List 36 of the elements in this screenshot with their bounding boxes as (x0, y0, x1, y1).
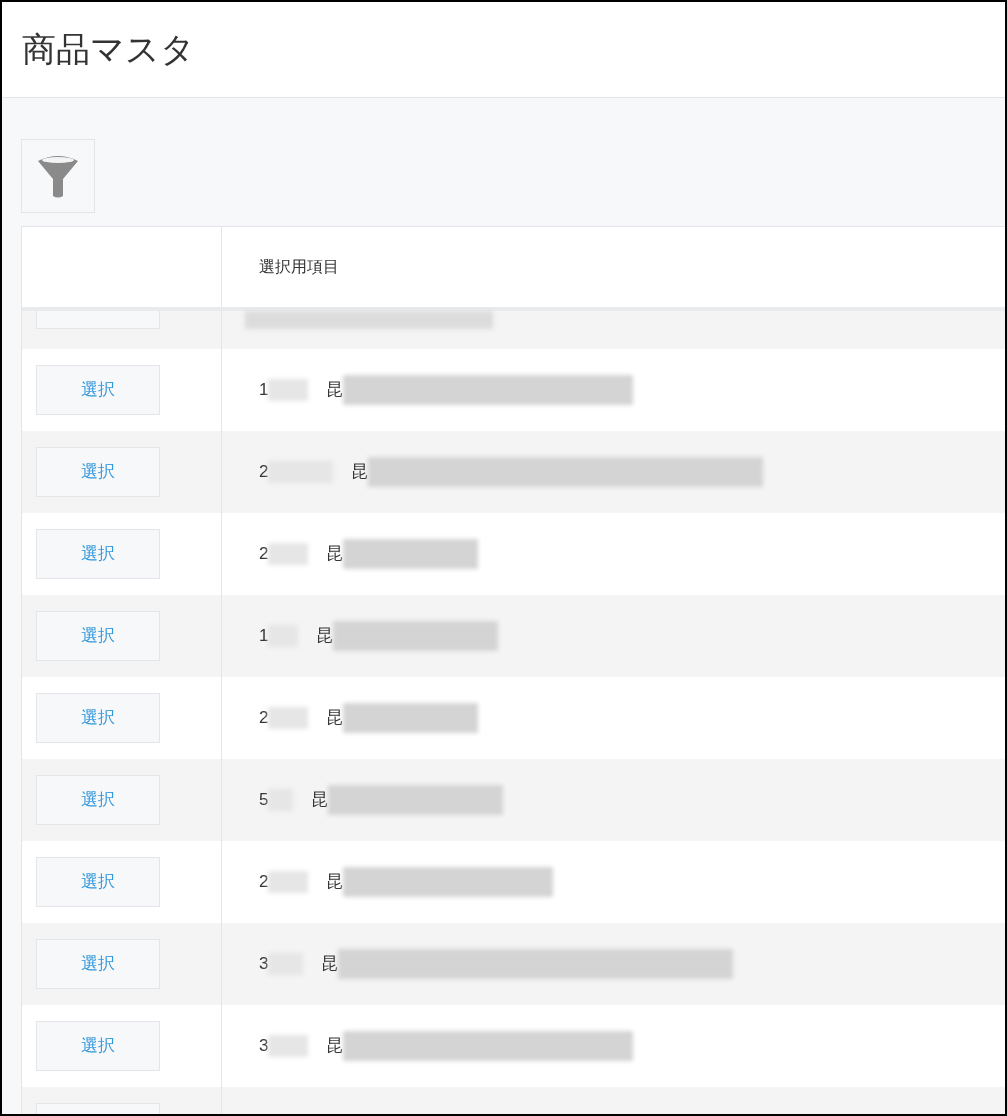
product-code: 5 (259, 789, 269, 812)
product-name: 昆 (311, 788, 329, 812)
product-name: 昆 (326, 1034, 344, 1058)
select-button[interactable]: 選択 (36, 775, 160, 825)
product-code: 3 (259, 1035, 269, 1058)
select-button[interactable]: 選択 (36, 365, 160, 415)
filter-icon (36, 153, 80, 199)
product-code: 1 (259, 625, 269, 648)
redacted-text (268, 379, 309, 401)
select-button[interactable]: 選択 (36, 939, 160, 989)
redacted-text (268, 871, 309, 893)
product-name: 昆 (326, 542, 344, 566)
select-button[interactable]: 選択 (36, 611, 160, 661)
product-name: 昆 (321, 952, 339, 976)
product-name: 昆 (326, 378, 344, 402)
product-code: 2 (259, 543, 269, 566)
column-header: 選択用項目 (259, 256, 339, 278)
redacted-text (268, 1035, 309, 1057)
product-name: 昆 (326, 706, 344, 730)
redacted-text (268, 707, 309, 729)
product-name: 昆 (351, 460, 369, 484)
select-button[interactable]: 選択 (36, 693, 160, 743)
select-button[interactable]: 選択 (36, 529, 160, 579)
product-code: 2 (259, 707, 269, 730)
filter-button[interactable] (21, 139, 95, 213)
product-code: 2 (259, 871, 269, 894)
product-code: 3 (259, 953, 269, 976)
product-name: 昆 (326, 870, 344, 894)
product-code: 1 (259, 379, 269, 402)
page-title: 商品マスタ (22, 28, 195, 71)
select-button[interactable]: 選択 (36, 1021, 160, 1071)
select-button[interactable]: 選択 (36, 857, 160, 907)
redacted-text (268, 543, 309, 565)
product-code: 2 (259, 461, 269, 484)
select-button[interactable]: 選択 (36, 447, 160, 497)
product-name: 昆 (316, 624, 334, 648)
